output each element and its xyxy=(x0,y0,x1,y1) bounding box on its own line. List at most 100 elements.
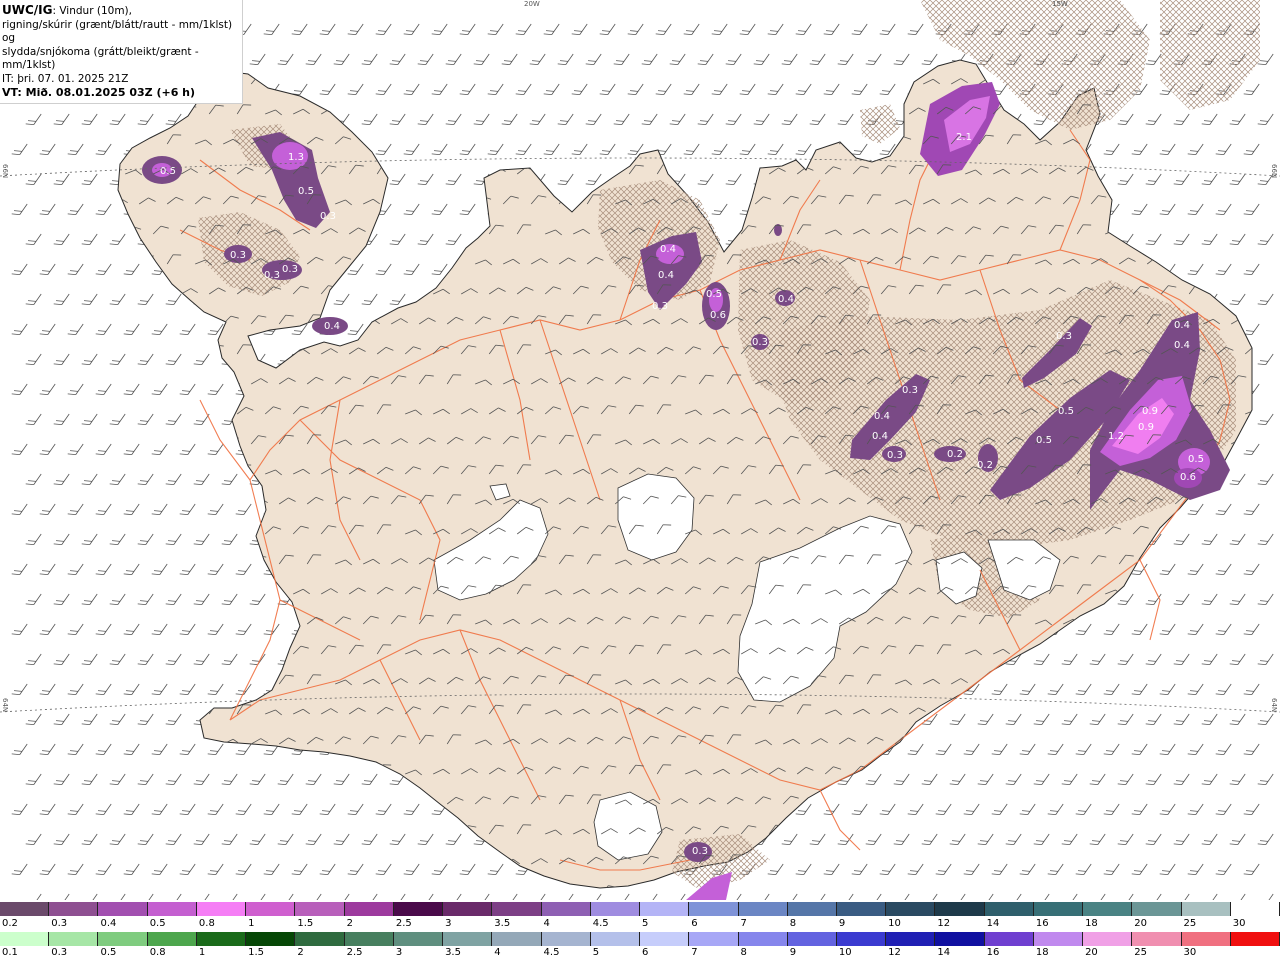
initial-time: IT: þri. 07. 01. 2025 21Z xyxy=(2,72,129,85)
legend-swatch xyxy=(1033,932,1084,946)
map-info-box: UWC/IG: Vindur (10m), rigning/skúrir (gr… xyxy=(0,0,243,104)
legend-label: 0.4 xyxy=(100,918,117,929)
legend-label: 0.2 xyxy=(2,918,18,929)
legend-swatch xyxy=(1181,902,1231,916)
legend-label: 1.5 xyxy=(297,918,314,929)
product-name: UWC/IG xyxy=(2,3,53,17)
precip-value: 0.4 xyxy=(872,431,888,442)
legend-swatch xyxy=(49,902,99,916)
legend-swatch xyxy=(295,932,345,946)
precip-value: 0.2 xyxy=(977,460,993,471)
precip-value: 0.3 xyxy=(264,270,280,281)
precip-value: 0.4 xyxy=(874,411,890,422)
legend-label: 14 xyxy=(986,918,1000,929)
legend-label: 8 xyxy=(789,918,797,929)
legend-swatch xyxy=(640,902,690,916)
legend-label: 7 xyxy=(691,947,698,958)
precip-value: 0.5 xyxy=(298,186,314,197)
precip-value: 2.1 xyxy=(956,132,972,143)
legend-swatch xyxy=(98,902,148,916)
legend-label: 4.5 xyxy=(543,947,560,958)
legend-swatch xyxy=(1230,902,1280,916)
precip-value: 0.4 xyxy=(1174,320,1190,331)
precip-value: 1.2 xyxy=(1108,431,1124,442)
legend-label: 18 xyxy=(1035,947,1049,958)
legend-label: 12 xyxy=(937,918,951,929)
legend-label: 20 xyxy=(1085,947,1098,958)
legend-label: 30 xyxy=(1232,918,1246,929)
legend-swatch xyxy=(147,902,197,916)
precip-value: 0.9 xyxy=(1138,422,1154,433)
legend-swatch xyxy=(787,902,837,916)
legend-label: 20 xyxy=(1134,918,1148,929)
precip-value: 0.3 xyxy=(230,250,246,261)
legend-label: 3 xyxy=(445,918,452,929)
legend-swatch xyxy=(443,902,493,916)
legend-label: 5 xyxy=(592,947,600,958)
legend-label: 6 xyxy=(642,947,649,958)
precip-value: 0.4 xyxy=(1174,340,1190,351)
precip-value: 0.3 xyxy=(902,385,918,396)
legend-label: 12 xyxy=(888,947,901,958)
legend-swatch xyxy=(541,902,591,916)
legend-swatch xyxy=(886,932,936,946)
legend-swatch xyxy=(590,902,641,916)
legend-label: 16 xyxy=(1035,918,1049,929)
precip-value: 0.3 xyxy=(282,264,298,275)
legend-label: 4.5 xyxy=(592,918,609,929)
legend-label: 1 xyxy=(248,918,255,929)
longitude-label-20w: 20W xyxy=(524,0,540,8)
precip-value: 0.3 xyxy=(320,211,336,222)
legend-label: 16 xyxy=(986,947,1000,958)
precip-value: 0.2 xyxy=(947,449,963,460)
legend-swatch xyxy=(147,932,197,946)
legend-label: 1 xyxy=(198,947,206,958)
legend-label: 3 xyxy=(395,947,403,958)
precip-value: 0.9 xyxy=(1142,406,1158,417)
legend-label: 0.3 xyxy=(51,918,68,929)
legend-label: 0.8 xyxy=(149,947,166,958)
legend-swatch xyxy=(246,932,296,946)
precip-value: 0.6 xyxy=(1180,472,1196,483)
legend-label: 2 xyxy=(297,947,304,958)
legend-label: 1.5 xyxy=(248,947,265,958)
legend-swatch xyxy=(738,902,788,916)
legend-swatch xyxy=(836,902,887,916)
legend-swatch xyxy=(590,932,641,946)
legend-label: 2 xyxy=(346,918,353,929)
legend-label: 30 xyxy=(1183,947,1197,958)
precip-value: 0.4 xyxy=(658,270,674,281)
legend-label: 25 xyxy=(1183,918,1197,929)
legend-label: 0.3 xyxy=(51,947,68,958)
legend-swatch xyxy=(0,932,50,946)
legend-swatch xyxy=(984,902,1034,916)
legend-label: 4 xyxy=(494,947,501,958)
legend-swatch xyxy=(393,902,444,916)
legend-swatch xyxy=(246,902,296,916)
rain-description: rigning/skúrir (grænt/blátt/rautt - mm/1… xyxy=(2,18,233,45)
legend-swatch xyxy=(1083,932,1133,946)
legend-swatch xyxy=(787,932,837,946)
rain-color-scale xyxy=(0,932,1280,946)
legend-label: 3.5 xyxy=(494,918,511,929)
precip-value: 0.6 xyxy=(710,310,726,321)
legend-swatch xyxy=(541,932,591,946)
legend-swatch xyxy=(1181,932,1231,946)
weather-map: 0.5 1.3 0.5 0.3 0.3 0.3 0.3 0.4 2.1 0.4 … xyxy=(0,0,1280,900)
latitude-label-66n-right: 66N xyxy=(1270,164,1278,179)
legend-label: 10 xyxy=(888,918,901,929)
precip-value: 0.5 xyxy=(1188,454,1204,465)
snow-scale-labels: 0.2 0.3 0.4 0.5 0.8 1 1.5 2 2.5 3 3.5 4 4.5 5 6 7 8 9 10 12… xyxy=(0,918,1280,930)
precip-value: 0.3 xyxy=(887,450,903,461)
legend-label: 2.5 xyxy=(395,918,412,929)
legend-swatch xyxy=(935,932,985,946)
latitude-label-64n-left: 64N xyxy=(1,698,9,713)
legend-swatch xyxy=(344,932,394,946)
longitude-label-15w: 15W xyxy=(1052,0,1068,8)
legend-swatch xyxy=(443,932,493,946)
legend-swatch xyxy=(49,932,99,946)
legend-swatch xyxy=(935,902,985,916)
legend-swatch xyxy=(640,932,690,946)
legend-label: 18 xyxy=(1085,918,1098,929)
legend-label: 14 xyxy=(937,947,951,958)
